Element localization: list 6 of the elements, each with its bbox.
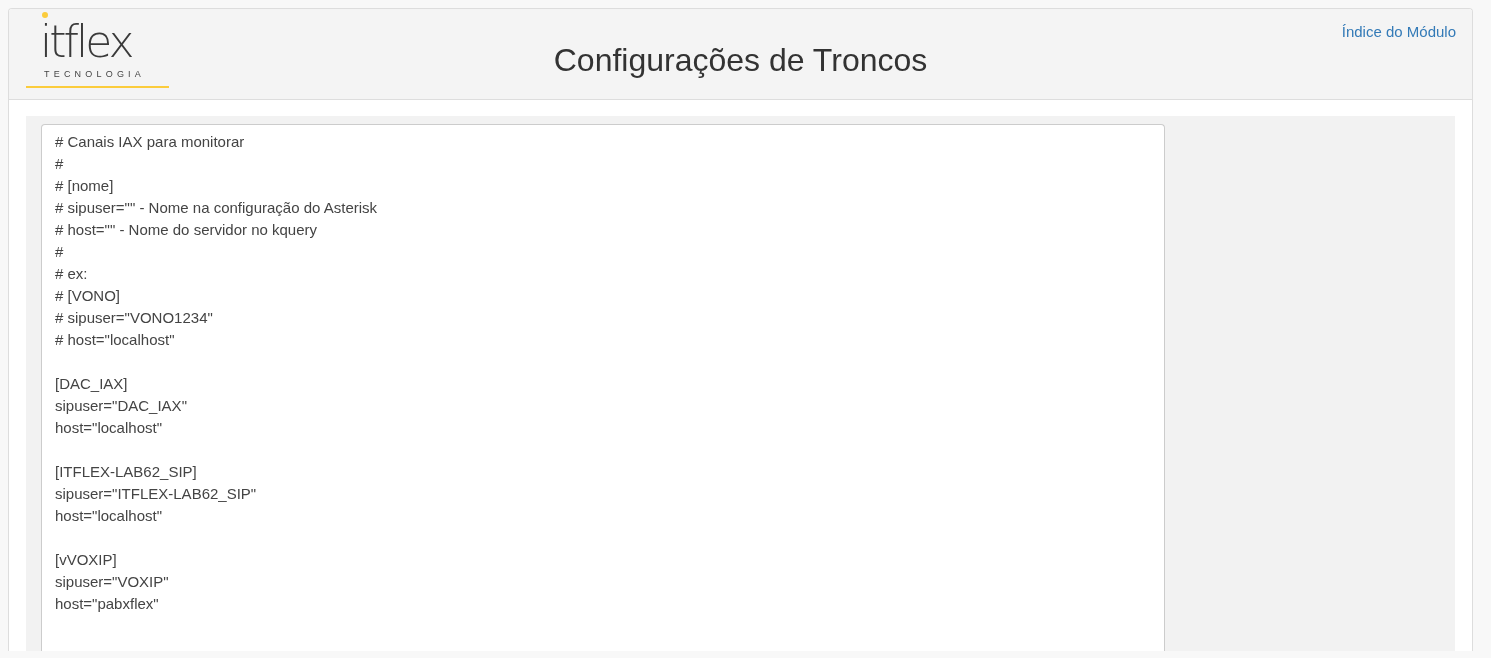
logo-dot-icon: [42, 12, 48, 18]
logo-tagline: TECNOLOGIA: [44, 70, 145, 79]
logo-wordmark: itflex: [40, 20, 132, 64]
config-editor[interactable]: # Canais IAX para monitorar # # [nome] # sipuser="" - Nome na configuração do Asterisk # host="" - Nome do servidor no kquery # # ex: # [VONO] # sipuser="VONO1234" # host="localhost" [DAC_IAX] sipuser="DAC_IAX" host="localhost" [ITFLEX-LAB62_SIP] sipuser="ITFLEX-LAB62_SIP" host="localhost" [vVOXIP] sipuser="VOXIP" host="pabxflex": [41, 124, 1165, 651]
page-title: Configurações de Troncos: [553, 41, 928, 80]
module-index-link[interactable]: Índice do Módulo: [1341, 22, 1456, 42]
